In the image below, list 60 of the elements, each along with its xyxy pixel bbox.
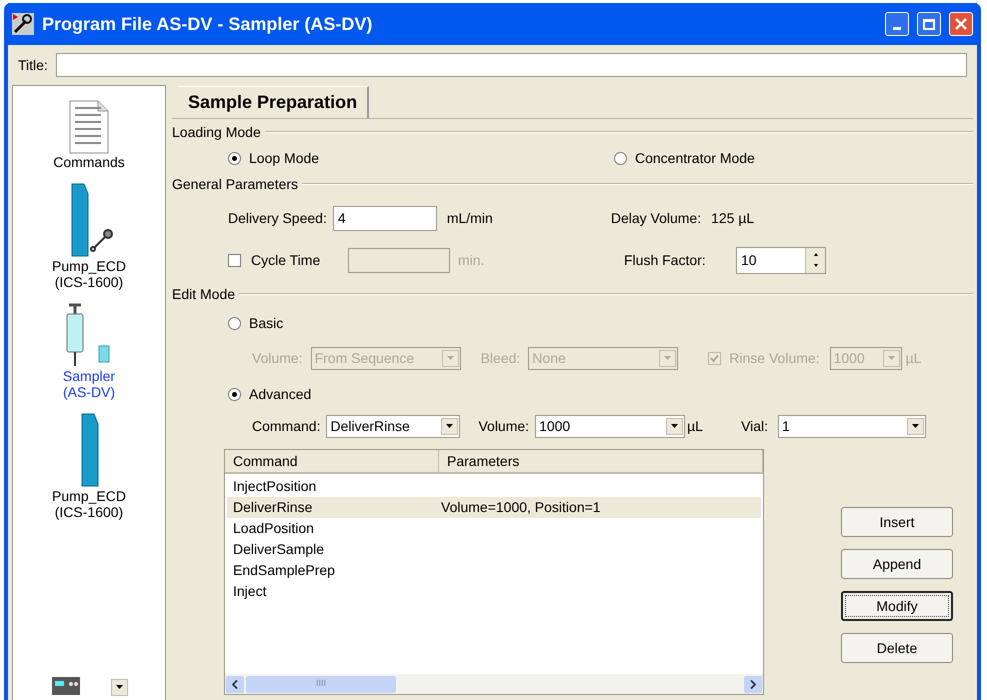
dropdown-field[interactable]: DeliverRinse — [326, 414, 460, 438]
radio-label: Basic — [249, 314, 284, 332]
unit-label: mL/min — [446, 208, 494, 228]
sidebar-item-label: (AS-DV) — [62, 384, 116, 400]
flush-factor-spin-field[interactable]: 10 — [736, 246, 826, 274]
column-header[interactable]: Command — [225, 450, 439, 472]
sidebar-item[interactable]: Pump_ECD (ICS-1600) — [52, 412, 126, 520]
table-cell-text: DeliverRinse — [232, 498, 314, 517]
command-label: Command: — [252, 416, 320, 436]
delivery-speed-label: Delivery Speed: — [228, 208, 327, 228]
group-heading: Edit Mode — [172, 284, 236, 304]
bleed-label: Bleed: — [480, 348, 520, 368]
sidebar-item-label: (ICS-1600) — [54, 504, 124, 520]
list-row[interactable]: DeliverSample — [227, 539, 761, 560]
title-label: Title: — [18, 56, 48, 74]
table-cell-text: LoadPosition — [232, 519, 315, 538]
action-button[interactable]: Insert — [841, 507, 953, 537]
list-row[interactable]: EndSamplePrep — [227, 560, 761, 581]
radio-label: Loop Mode — [249, 148, 320, 168]
delivery-speed-field[interactable]: 4 — [332, 206, 437, 230]
flush-factor-label: Flush Factor: — [624, 250, 707, 270]
volume-label: Volume: — [252, 348, 303, 368]
column-header[interactable]: Parameters — [439, 450, 763, 472]
sidebar-item-label: Pump_ECD — [52, 258, 126, 274]
action-button[interactable]: Modify — [841, 591, 953, 621]
group-heading: General Parameters — [172, 174, 300, 194]
list-row[interactable]: InjectPosition — [227, 476, 761, 497]
unit-label: min. — [458, 250, 486, 270]
sidebar-item-label: Commands — [53, 154, 125, 170]
table-cell-text: DeliverSample — [232, 540, 326, 559]
list-row[interactable]: DeliverRinse Volume=1000, Position=1 — [227, 497, 761, 518]
radio-label: Advanced — [249, 384, 312, 404]
delay-volume-value: 125 µL — [711, 208, 754, 228]
table-cell-text: Inject — [232, 582, 268, 601]
list-row[interactable]: Inject — [227, 581, 761, 602]
table-cell-text: Volume=1000, Position=1 — [441, 498, 601, 517]
delay-volume-label: Delay Volume: — [610, 208, 702, 228]
dropdown-field[interactable]: 1 — [778, 414, 926, 438]
sidebar-item[interactable]: Sampler (AS-DV) — [61, 302, 117, 400]
action-button[interactable]: Append — [841, 549, 953, 579]
table-cell-text: InjectPosition — [232, 477, 318, 496]
tab[interactable]: Sample Preparation — [178, 86, 370, 118]
sidebar-item-label: (ICS-1600) — [54, 274, 124, 290]
table-cell-text: EndSamplePrep — [232, 561, 336, 580]
group-heading: Loading Mode — [172, 122, 262, 142]
cycle-time-label: Cycle Time — [251, 250, 320, 270]
radio-label: Concentrator Mode — [635, 148, 755, 168]
volume-label: Volume: — [478, 416, 530, 436]
sidebar-item-label: Sampler — [62, 368, 116, 384]
sidebar-item[interactable]: Pump_ECD (ICS-1600) — [52, 182, 126, 290]
rinse-volume-label: Rinse Volume: — [729, 348, 820, 368]
dropdown-field[interactable]: 1000 — [535, 414, 686, 438]
unit-label: µL — [906, 348, 922, 368]
action-button[interactable]: Delete — [841, 633, 953, 663]
sidebar-item-label: Pump_ECD — [52, 488, 126, 504]
unit-label: µL — [687, 416, 704, 436]
window-title: Program File AS-DV - Sampler (AS-DV) — [42, 12, 374, 36]
vial-label: Vial: — [741, 416, 768, 436]
sidebar-item[interactable]: Commands — [53, 100, 125, 170]
list-row[interactable]: LoadPosition — [227, 518, 761, 539]
